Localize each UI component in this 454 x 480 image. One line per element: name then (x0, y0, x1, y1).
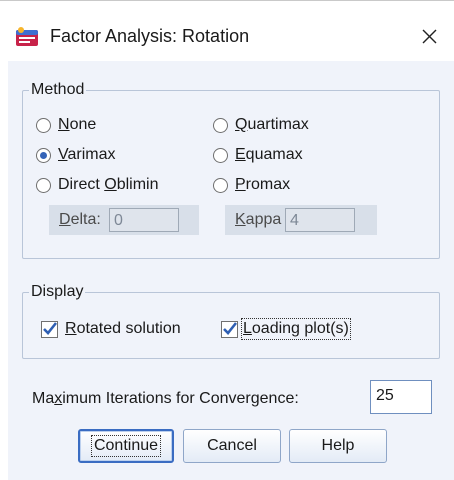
spss-dialog-icon (16, 27, 38, 46)
radio-varimax[interactable]: Varimax (36, 143, 116, 167)
method-legend: Method (31, 81, 85, 98)
radio-varimax-indicator[interactable] (36, 147, 51, 163)
radio-quartimax[interactable]: Quartimax (213, 113, 309, 137)
kappa-row: Kappa 4 (225, 205, 377, 235)
rotated-solution-checkbox[interactable] (41, 320, 58, 338)
radio-promax-indicator[interactable] (213, 177, 228, 193)
display-legend: Display (31, 283, 84, 300)
radio-none[interactable]: None (36, 113, 96, 137)
loading-plots-checkbox[interactable] (221, 320, 238, 338)
checkbox-rotated-solution[interactable]: Rotated solution (41, 317, 181, 341)
display-group: Display Rotated solution Loading plot(s) (22, 283, 440, 359)
kappa-input: 4 (285, 208, 355, 232)
title-bar: Factor Analysis: Rotation (0, 0, 454, 61)
delta-row: Delta: 0 (49, 205, 199, 235)
window-title: Factor Analysis: Rotation (50, 26, 250, 46)
help-button[interactable]: Help (289, 429, 387, 463)
kappa-label: Kappa (235, 211, 282, 228)
continue-button[interactable]: Continue (78, 429, 174, 463)
max-iterations-input[interactable]: 25 (370, 380, 432, 414)
max-iterations-label: Maximum Iterations for Convergence: (32, 390, 299, 407)
radio-none-indicator[interactable] (36, 117, 51, 133)
radio-direct-oblimin[interactable]: Direct Oblimin (36, 173, 158, 197)
radio-equamax-indicator[interactable] (213, 147, 228, 163)
radio-equamax[interactable]: Equamax (213, 143, 303, 167)
checkmark-icon (43, 321, 58, 335)
close-icon[interactable] (414, 21, 444, 51)
delta-label: Delta: (59, 211, 101, 228)
radio-quartimax-indicator[interactable] (213, 117, 228, 133)
radio-direct-oblimin-indicator[interactable] (36, 177, 51, 193)
delta-input: 0 (109, 208, 179, 232)
radio-promax[interactable]: Promax (213, 173, 290, 197)
checkbox-loading-plots[interactable]: Loading plot(s) (221, 317, 351, 341)
dialog-body: Method None Quartimax Varimax Equamax Di… (8, 61, 454, 480)
checkmark-icon (223, 321, 238, 335)
method-group: Method None Quartimax Varimax Equamax Di… (22, 81, 440, 259)
cancel-button[interactable]: Cancel (183, 429, 281, 463)
